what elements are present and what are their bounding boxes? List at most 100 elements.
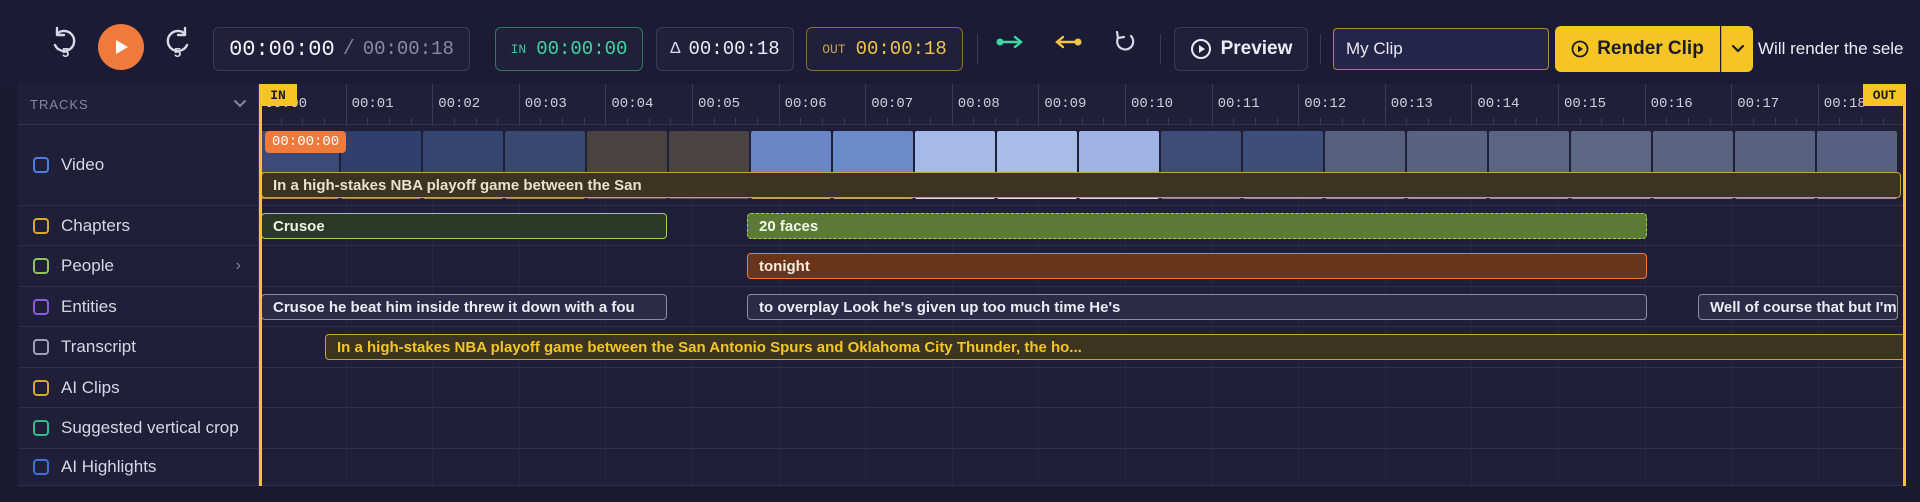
thumbnail-crowd — [1489, 131, 1569, 172]
duration-field: Δ 00:00:18 — [656, 27, 794, 71]
track-visibility-checkbox[interactable] — [33, 258, 49, 274]
ruler-tick: 00:01 — [345, 84, 394, 125]
track-visibility-checkbox[interactable] — [33, 420, 49, 436]
ruler-tick: 00:04 — [605, 84, 653, 125]
ruler-tick-label: 00:12 — [1304, 96, 1347, 112]
set-out-button[interactable] — [1048, 22, 1088, 62]
track-label-ai-clips[interactable]: AI Clips — [18, 368, 259, 408]
render-clip-button[interactable]: Render Clip — [1555, 26, 1720, 72]
svg-text:5: 5 — [174, 45, 181, 59]
ruler-tick-label: 00:09 — [1044, 96, 1087, 112]
transcript-clip[interactable]: Well of course that but I'm — [1698, 294, 1898, 320]
preview-button[interactable]: Preview — [1174, 27, 1308, 71]
track-row[interactable] — [259, 449, 1906, 486]
track-row[interactable] — [259, 368, 1906, 408]
ruler-minor-tick — [1428, 118, 1430, 124]
ruler-minor-tick — [1861, 118, 1863, 124]
thumbnail-crowd — [997, 131, 1077, 172]
ruler-tick: 00:07 — [865, 84, 913, 125]
in-point-field[interactable]: IN 00:00:00 — [495, 27, 643, 71]
rewind-5-button[interactable]: 5 — [44, 22, 84, 62]
forward-5-button[interactable]: 5 — [158, 22, 198, 62]
track-visibility-checkbox[interactable] — [33, 298, 49, 315]
track-visibility-checkbox[interactable] — [33, 379, 49, 396]
in-marker[interactable] — [259, 84, 262, 486]
clip-name-input[interactable] — [1333, 28, 1549, 70]
track-label-text: AI Clips — [61, 377, 120, 397]
ruler-minor-tick — [1709, 118, 1711, 124]
ruler-minor-tick — [410, 118, 412, 124]
ruler-tick: 00:16 — [1644, 84, 1693, 125]
track-label-text: AI Highlights — [61, 457, 157, 476]
thumbnail-crowd — [1735, 131, 1815, 172]
ruler-minor-tick — [453, 118, 455, 124]
thumbnail-crowd — [1653, 131, 1733, 172]
track-visibility-checkbox[interactable] — [33, 157, 49, 173]
ruler-minor-tick — [1146, 118, 1148, 124]
timeline-area[interactable]: 00:0000:0100:0200:0300:0400:0500:0600:07… — [259, 84, 1906, 486]
out-flag[interactable]: OUT — [1863, 84, 1906, 106]
out-point-field[interactable]: OUT 00:00:18 — [806, 27, 963, 71]
toolbar-divider — [1320, 34, 1321, 64]
ruler-tick-label: 00:16 — [1650, 96, 1693, 112]
ruler-minor-tick — [302, 118, 304, 124]
track-label-text: Chapters — [61, 215, 130, 235]
play-button[interactable] — [98, 24, 144, 70]
track-visibility-checkbox[interactable] — [33, 339, 49, 355]
ruler-tick-label: 00:04 — [611, 96, 654, 112]
ai-clip[interactable]: In a high-stakes NBA playoff game betwee… — [325, 334, 1906, 360]
out-label: OUT — [822, 41, 846, 57]
transcript-clip-label: to overplay Look he's given up too much … — [759, 298, 1121, 316]
track-label-people[interactable]: People › — [18, 246, 259, 287]
ruler-minor-tick — [1796, 118, 1798, 124]
thumbnail-crowd — [1243, 131, 1323, 172]
track-label-video[interactable]: Video — [18, 125, 259, 206]
track-label-ai-highlights[interactable]: AI Highlights — [18, 449, 259, 486]
ruler-minor-tick — [735, 118, 737, 124]
render-options-dropdown[interactable] — [1721, 26, 1753, 72]
entity-clip-tonight[interactable]: tonight — [747, 253, 1647, 279]
out-marker[interactable] — [1903, 84, 1906, 486]
in-value: 00:00:00 — [536, 38, 628, 60]
ruler-minor-tick — [995, 118, 997, 124]
thumbnail-crowd — [915, 131, 995, 172]
preview-label: Preview — [1220, 38, 1293, 59]
in-flag[interactable]: IN — [259, 84, 297, 106]
track-label-text: Transcript — [61, 337, 136, 356]
people-clip-faces[interactable]: 20 faces — [747, 213, 1647, 239]
ruler-tick: 00:08 — [951, 84, 1000, 125]
ruler-minor-tick — [323, 118, 325, 124]
tracks-header[interactable]: TRACKS — [18, 84, 259, 125]
reset-button[interactable] — [1105, 22, 1145, 62]
track-visibility-checkbox[interactable] — [33, 217, 49, 234]
toolbar-divider — [977, 34, 978, 64]
render-clip-label: Render Clip — [1597, 38, 1704, 59]
transcript-clip[interactable]: Crusoe he beat him inside threw it down … — [261, 294, 667, 320]
ruler-minor-tick — [367, 118, 369, 124]
ruler-minor-tick — [930, 118, 932, 124]
forward-icon: 5 — [166, 26, 189, 59]
track-label-suggested-vertical-crop[interactable]: Suggested vertical crop — [18, 408, 259, 449]
ruler-minor-tick — [648, 118, 650, 124]
track-label-text: Video — [61, 155, 105, 174]
chapter-clip[interactable]: In a high-stakes NBA playoff game betwee… — [261, 172, 1901, 198]
playhead-time-badge: 00:00:00 — [265, 131, 347, 153]
track-label-transcript[interactable]: Transcript — [18, 327, 259, 368]
out-value: 00:00:18 — [855, 38, 947, 60]
track-label-entities[interactable]: Entities — [18, 287, 259, 327]
transcript-clip[interactable]: to overplay Look he's given up too much … — [747, 294, 1647, 320]
ruler-tick: 00:06 — [778, 84, 827, 125]
ruler-tick-label: 00:02 — [438, 96, 481, 112]
ruler-tick: 00:02 — [432, 84, 480, 125]
track-row[interactable] — [259, 408, 1906, 449]
timeline: TRACKS Video Chapters People › Entities Trans… — [18, 84, 1906, 486]
toolbar-divider — [1160, 34, 1161, 64]
people-clip-crusoe[interactable]: Crusoe — [261, 213, 667, 239]
set-in-button[interactable] — [990, 22, 1030, 62]
thumbnail-crowd — [587, 131, 667, 172]
track-visibility-checkbox[interactable] — [33, 459, 49, 475]
reset-icon — [1115, 30, 1135, 51]
track-label-chapters[interactable]: Chapters — [18, 206, 259, 246]
chevron-right-icon[interactable]: › — [236, 257, 241, 275]
time-ruler[interactable]: 00:0000:0100:0200:0300:0400:0500:0600:07… — [259, 84, 1906, 125]
